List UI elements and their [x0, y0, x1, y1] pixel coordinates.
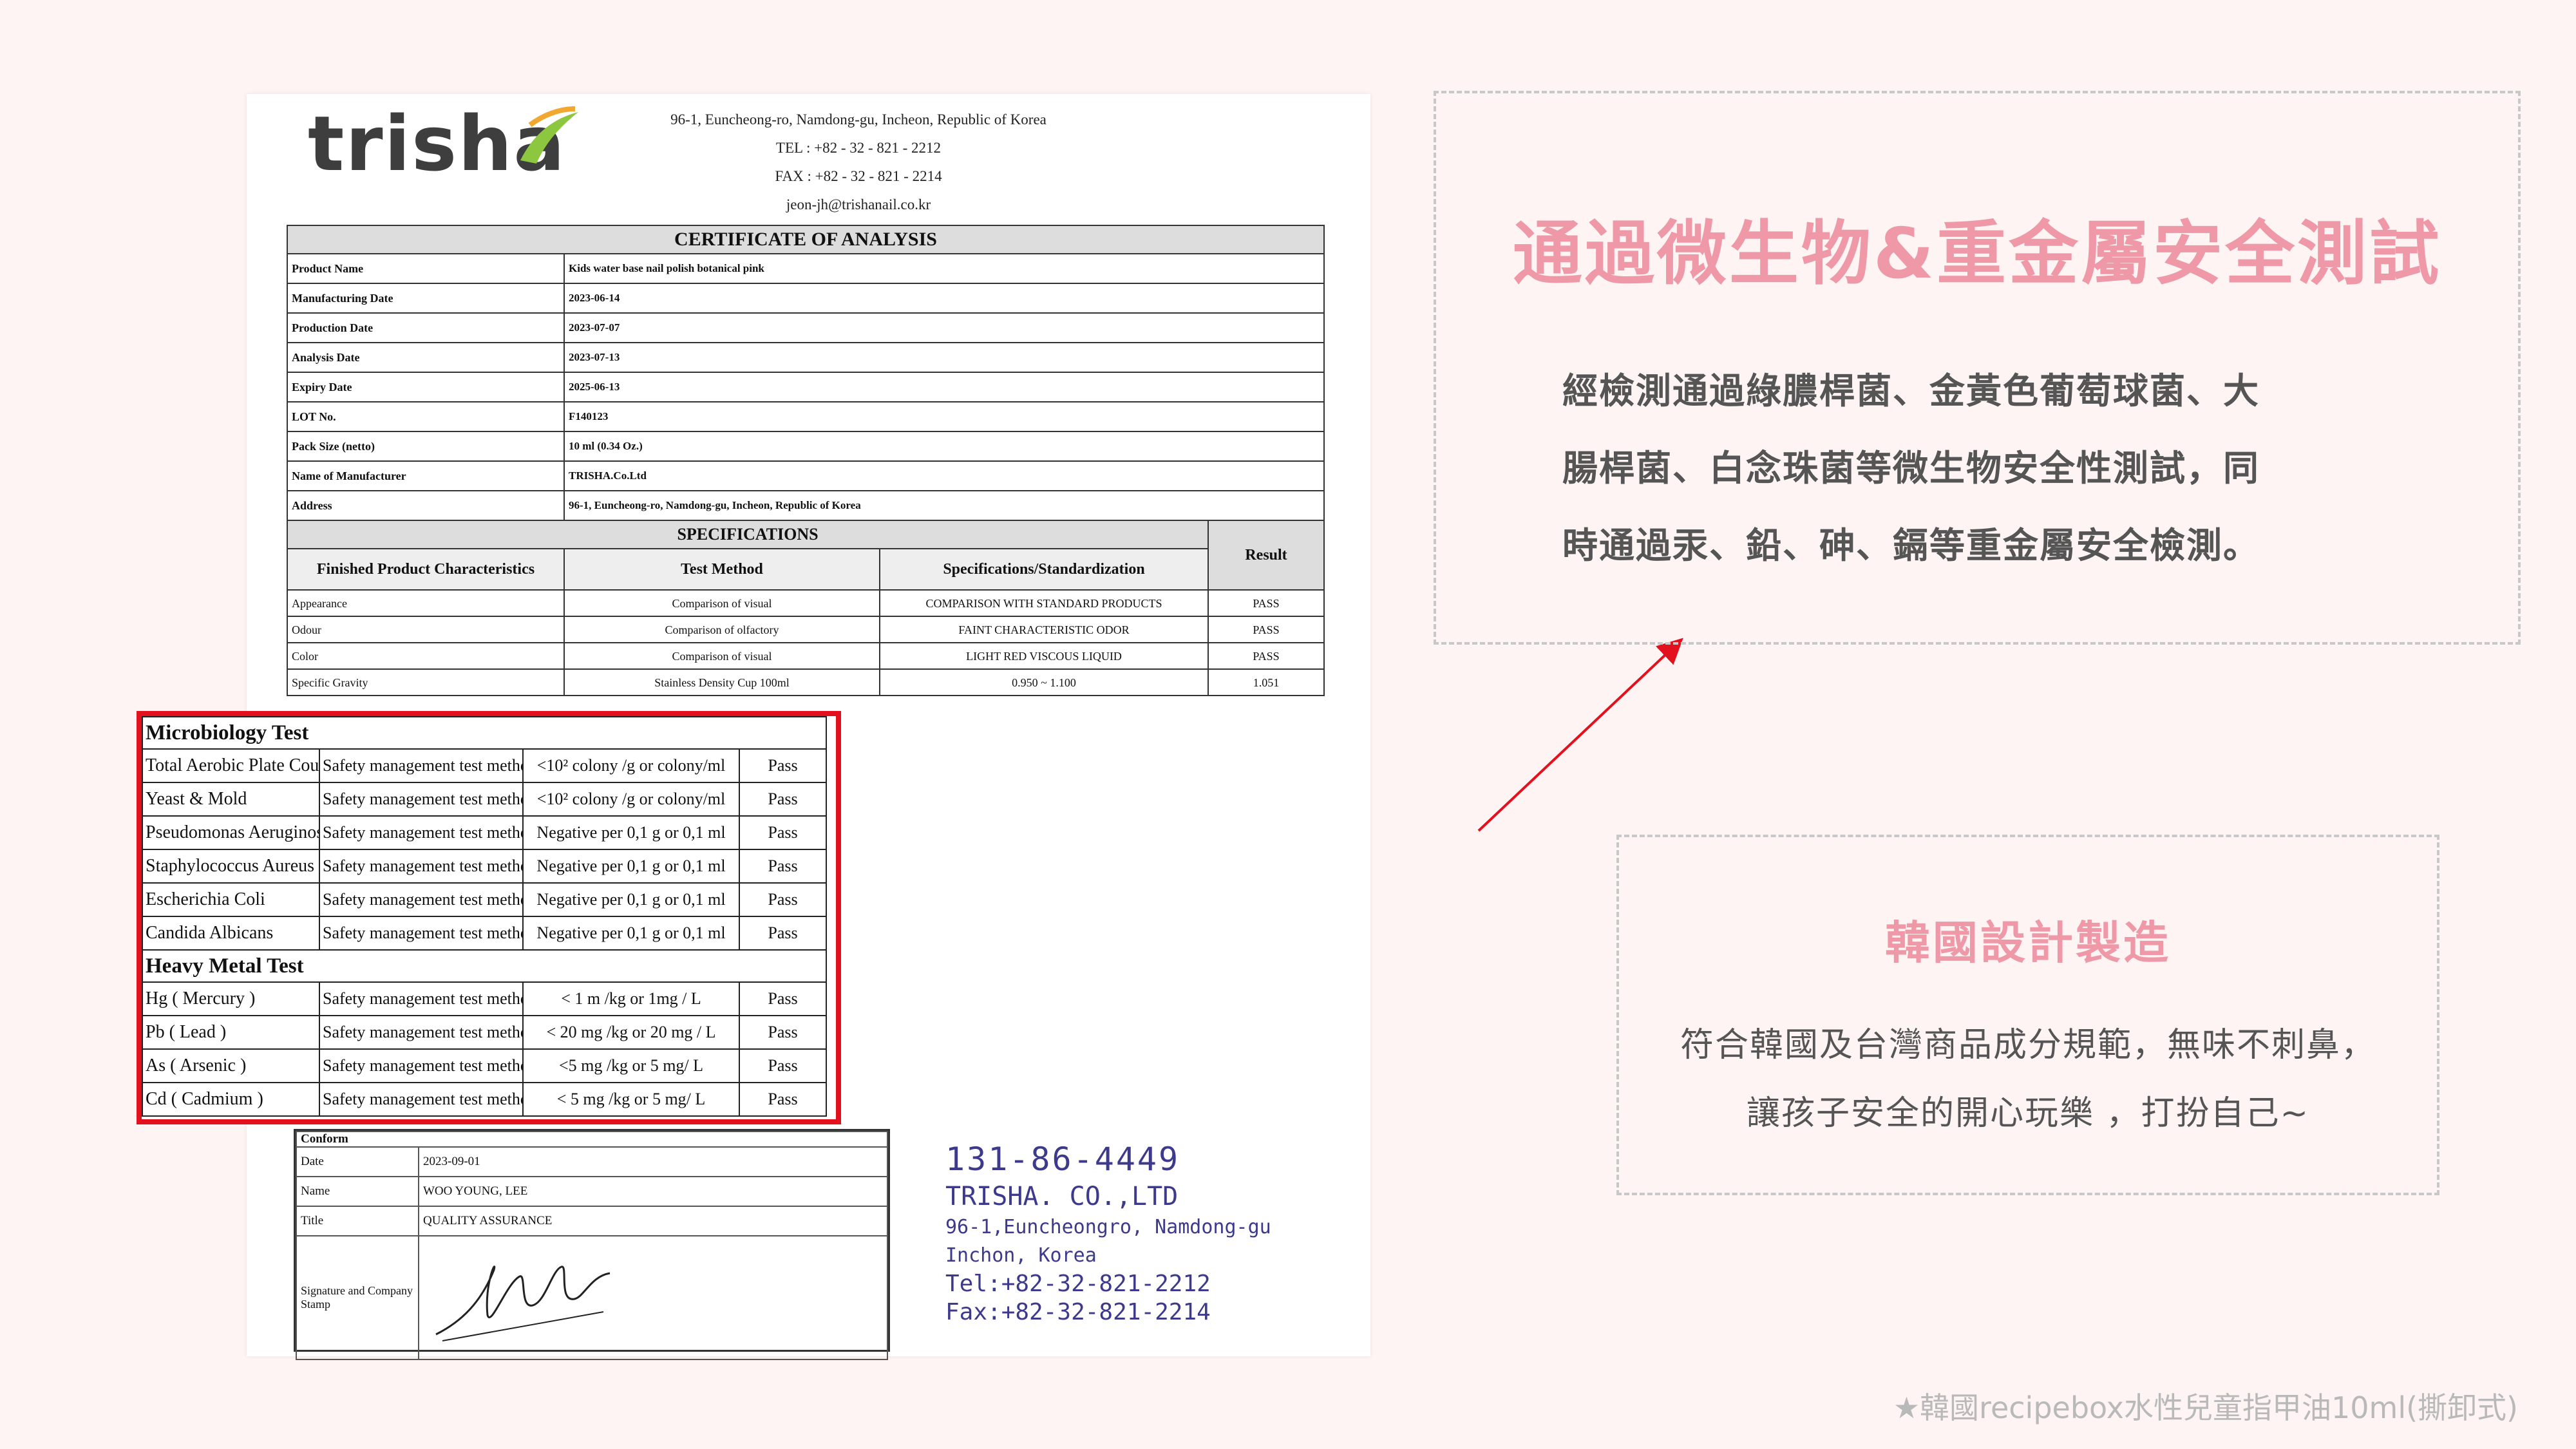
column-header: Specifications/Standardization: [879, 548, 1209, 591]
microbe-heavy-metal-panel: 通過微生物&重金屬安全測試 經檢測通過綠膿桿菌、金黃色葡萄球菌、大 腸桿菌、白念…: [1434, 91, 2521, 645]
micro-row: Total Aerobic Plate Count Safety manageme…: [142, 748, 828, 783]
signoff-box: Conform Date 2023-09-01 Name WOO YOUNG, LE…: [294, 1129, 890, 1360]
heavy-row: Hg ( Mercury ) Safety management test met…: [142, 981, 828, 1016]
panel-body: 經檢測通過綠膿桿菌、金黃色葡萄球菌、大 腸桿菌、白念珠菌等微生物安全性測試，同 …: [1562, 370, 2260, 566]
company-stamp: 131-86-4449 TRISHA. CO.,LTD 96-1,Euncheo…: [945, 1141, 1271, 1325]
micro-row: Pseudomonas Aeruginosa Safety management …: [142, 815, 828, 850]
info-row: Analysis Date 2023-07-13: [287, 342, 1325, 373]
info-row: Product Name Kids water base nail polish …: [287, 253, 1325, 284]
result-header: Result: [1207, 520, 1325, 591]
certificate-table: CERTIFICATE OF ANALYSIS Product Name Kids…: [286, 225, 1325, 696]
micro-row: Candida Albicans Safety management test m…: [142, 916, 828, 951]
korea-made-panel: 韓國設計製造 符合韓國及台灣商品成分規範，無味不刺鼻， 讓孩子安全的開心玩樂 ，…: [1616, 835, 2439, 1195]
signoff-table: Conform Date 2023-09-01 Name WOO YOUNG, LE…: [296, 1131, 888, 1360]
info-row: Manufacturing Date 2023-06-14: [287, 283, 1325, 314]
heavy-metal-title: Heavy Metal Test: [141, 949, 828, 983]
signature-scribble-icon: [435, 1265, 611, 1341]
info-row: Production Date 2023-07-07: [287, 312, 1325, 343]
product-caption: ★韓國recipebox水性兒童指甲油10ml(撕卸式): [1893, 1390, 2518, 1425]
highlighted-test-results: Microbiology Test Total Aerobic Plate Co…: [137, 711, 841, 1124]
info-row: Name of Manufacturer TRISHA.Co.Ltd: [287, 460, 1325, 491]
panel-title: 通過微生物&重金屬安全測試: [1512, 214, 2442, 294]
heavy-row: Pb ( Lead ) Safety management test method…: [142, 1015, 828, 1050]
info-row: Pack Size (netto) 10 ml (0.34 Oz.): [287, 431, 1325, 462]
panel-title: 韓國設計製造: [1885, 916, 2171, 969]
conform-label: Conform: [296, 1131, 888, 1148]
spec-row: Specific Gravity Stainless Density Cup 10…: [287, 668, 1325, 696]
spec-row: Appearance Comparison of visual COMPARISON…: [287, 589, 1325, 617]
heavy-row: As ( Arsenic ) Safety management test met…: [142, 1048, 828, 1083]
company-address: 96-1, Euncheong-ro, Namdong-gu, Incheon,…: [670, 111, 1046, 213]
specifications-header: SPECIFICATIONS: [287, 520, 1209, 549]
logo-leaf-icon: [520, 106, 578, 164]
micro-row: Yeast & Mold Safety management test metho…: [142, 782, 828, 817]
info-row: Expiry Date 2025-06-13: [287, 372, 1325, 402]
heavy-row: Cd ( Cadmium ) Safety management test met…: [142, 1082, 828, 1117]
certificate-title: CERTIFICATE OF ANALYSIS: [286, 225, 1325, 254]
signature-label: Signature and Company Stamp: [296, 1235, 419, 1360]
microbiology-title: Microbiology Test: [141, 716, 828, 750]
info-row: LOT No. F140123: [287, 401, 1325, 432]
column-header: Test Method: [564, 548, 880, 591]
signature: [418, 1235, 888, 1360]
spec-row: Color Comparison of visual LIGHT RED VISCO…: [287, 642, 1325, 670]
spec-row: Odour Comparison of olfactory FAINT CHARAC…: [287, 616, 1325, 643]
micro-row: Escherichia Coli Safety management test m…: [142, 882, 828, 917]
column-header: Finished Product Characteristics: [287, 548, 565, 591]
micro-row: Staphylococcus Aureus Safety management t…: [142, 849, 828, 884]
info-row: Address 96-1, Euncheong-ro, Namdong-gu, I…: [287, 490, 1325, 521]
panel-body: 符合韓國及台灣商品成分規範，無味不刺鼻， 讓孩子安全的開心玩樂 ，打扮自己~: [1680, 1026, 2376, 1133]
